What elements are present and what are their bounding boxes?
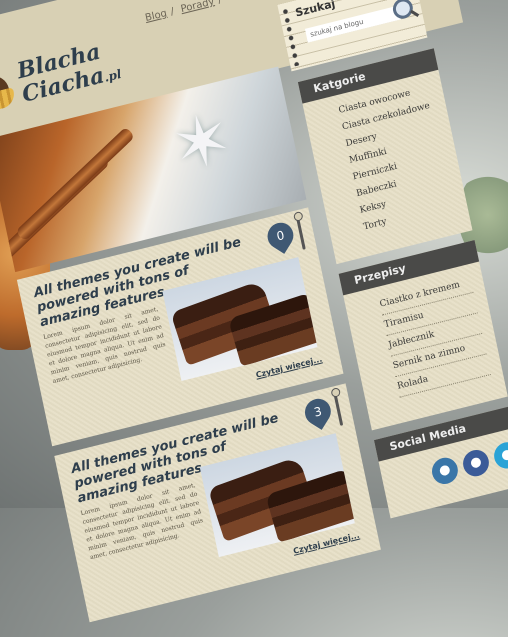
tilted-webpage-mockup: Blacha Ciacha.pl Blog / Porady / ✶ All the…	[0, 0, 508, 630]
social-icon[interactable]: ●	[429, 455, 461, 487]
comment-count-badge[interactable]: 0	[262, 217, 299, 254]
nav-separator: /	[169, 6, 176, 18]
social-icon[interactable]: ●	[460, 447, 492, 479]
categories-widget: Katgorie Ciasta owocowe Ciasta czekolado…	[297, 48, 473, 265]
site-logo[interactable]: Blacha Ciacha.pl	[15, 36, 124, 110]
nav-item-blog[interactable]: Blog	[144, 8, 168, 24]
nav-separator-2: /	[217, 0, 223, 6]
cinnamon-stick-2	[15, 126, 136, 242]
logo-cake-icon[interactable]	[0, 71, 19, 118]
twitter-icon[interactable]: ●	[491, 439, 508, 472]
nav-item-porady[interactable]: Porady	[180, 0, 216, 15]
star-cookie: ✶	[164, 95, 239, 190]
pin-icon	[295, 215, 306, 250]
recipes-widget: Przepisy Ciastko z kremem Tiramisu Jabłe…	[338, 239, 508, 431]
comment-count-badge-2[interactable]: 3	[300, 393, 336, 430]
pin-icon-2	[333, 391, 344, 426]
search-title: Szukaj	[294, 0, 337, 20]
top-nav: Blog / Porady /	[144, 0, 226, 24]
